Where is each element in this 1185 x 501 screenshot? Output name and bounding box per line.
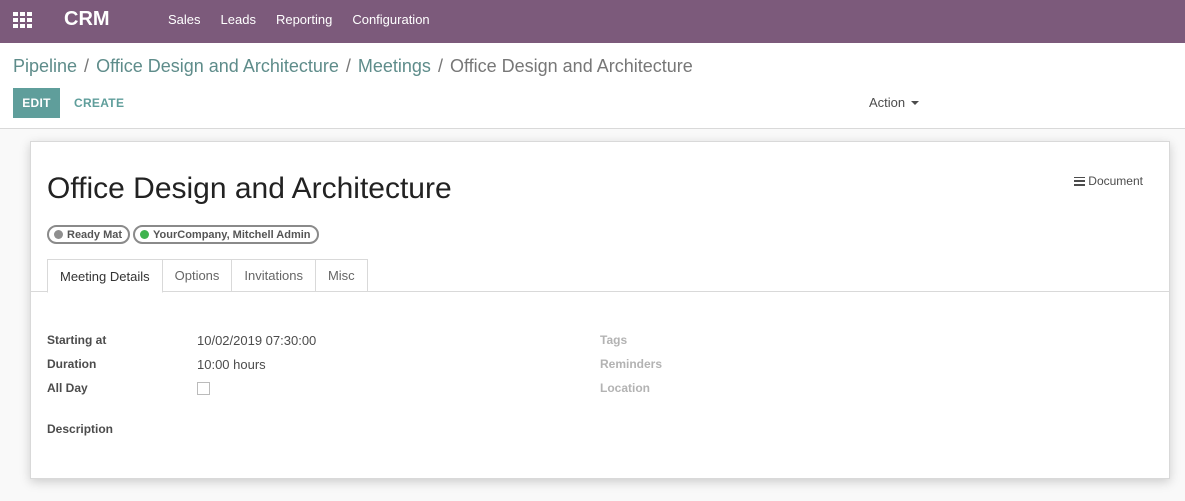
duration-value: 10:00 hours (197, 356, 266, 372)
caret-down-icon (911, 100, 920, 105)
create-button[interactable]: CREATE (74, 88, 124, 118)
menu-item-sales[interactable]: Sales (168, 12, 201, 27)
breadcrumb-separator: / (84, 56, 90, 76)
attendee-tags: Ready Mat YourCompany, Mitchell Admin (47, 225, 322, 244)
fields-right-group: Tags Reminders Location (600, 328, 750, 400)
notebook-tabs: Meeting Details Options Invitations Misc (31, 259, 1169, 293)
field-label: Reminders (600, 357, 663, 371)
form-sheet: Document Office Design and Architecture … (30, 141, 1170, 479)
main-menu: Sales Leads Reporting Configuration (168, 12, 450, 27)
document-button-label: Document (1088, 174, 1143, 188)
field-reminders: Reminders (600, 352, 750, 376)
starting-at-value: 10/02/2019 07:30:00 (197, 332, 317, 348)
breadcrumb-separator: / (345, 56, 351, 76)
action-dropdown[interactable]: Action (869, 95, 920, 110)
all-day-checkbox[interactable] (197, 381, 210, 395)
breadcrumb-meetings[interactable]: Meetings (358, 56, 431, 77)
attendee-name: YourCompany, Mitchell Admin (153, 228, 311, 241)
menu-item-reporting[interactable]: Reporting (276, 12, 332, 27)
tab-options[interactable]: Options (162, 259, 233, 292)
status-dot-icon (54, 230, 63, 239)
control-panel: Pipeline / Office Design and Architectur… (0, 43, 1185, 129)
app-brand[interactable]: CRM (64, 8, 110, 31)
breadcrumb: Pipeline / Office Design and Architectur… (13, 56, 693, 77)
field-all-day: All Day (47, 376, 316, 400)
document-button[interactable]: Document (1074, 174, 1143, 188)
breadcrumb-separator: / (437, 56, 443, 76)
field-starting-at: Starting at 10/02/2019 07:30:00 (47, 328, 316, 352)
edit-button[interactable]: EDIT (13, 88, 60, 118)
menu-item-leads[interactable]: Leads (221, 12, 256, 27)
apps-grid-icon[interactable] (13, 12, 32, 28)
tab-invitations[interactable]: Invitations (232, 259, 316, 292)
status-dot-icon (140, 230, 150, 239)
tab-meeting-details[interactable]: Meeting Details (47, 259, 163, 293)
attendee-tag[interactable]: YourCompany, Mitchell Admin (133, 225, 319, 244)
menu-item-configuration[interactable]: Configuration (352, 12, 429, 27)
breadcrumb-pipeline[interactable]: Pipeline (13, 56, 77, 77)
description-label: Description (47, 422, 114, 436)
action-dropdown-label: Action (869, 95, 906, 110)
field-tags: Tags (600, 328, 750, 352)
field-location: Location (600, 376, 750, 400)
field-label: Starting at (47, 333, 107, 347)
attendee-tag[interactable]: Ready Mat (47, 225, 131, 244)
top-navbar: CRM Sales Leads Reporting Configuration (0, 0, 1185, 43)
field-label: Duration (47, 357, 97, 371)
list-icon (1074, 176, 1086, 186)
field-label: Location (600, 381, 650, 395)
field-label: All Day (47, 381, 88, 395)
field-duration: Duration 10:00 hours (47, 352, 316, 376)
attendee-name: Ready Mat (67, 228, 123, 241)
field-label: Tags (600, 333, 628, 347)
breadcrumb-opportunity[interactable]: Office Design and Architecture (96, 56, 339, 77)
breadcrumb-current: Office Design and Architecture (449, 56, 693, 76)
record-title: Office Design and Architecture (47, 172, 452, 205)
tab-misc[interactable]: Misc (315, 259, 368, 292)
fields-left-group: Starting at 10/02/2019 07:30:00 Duration… (47, 328, 316, 400)
